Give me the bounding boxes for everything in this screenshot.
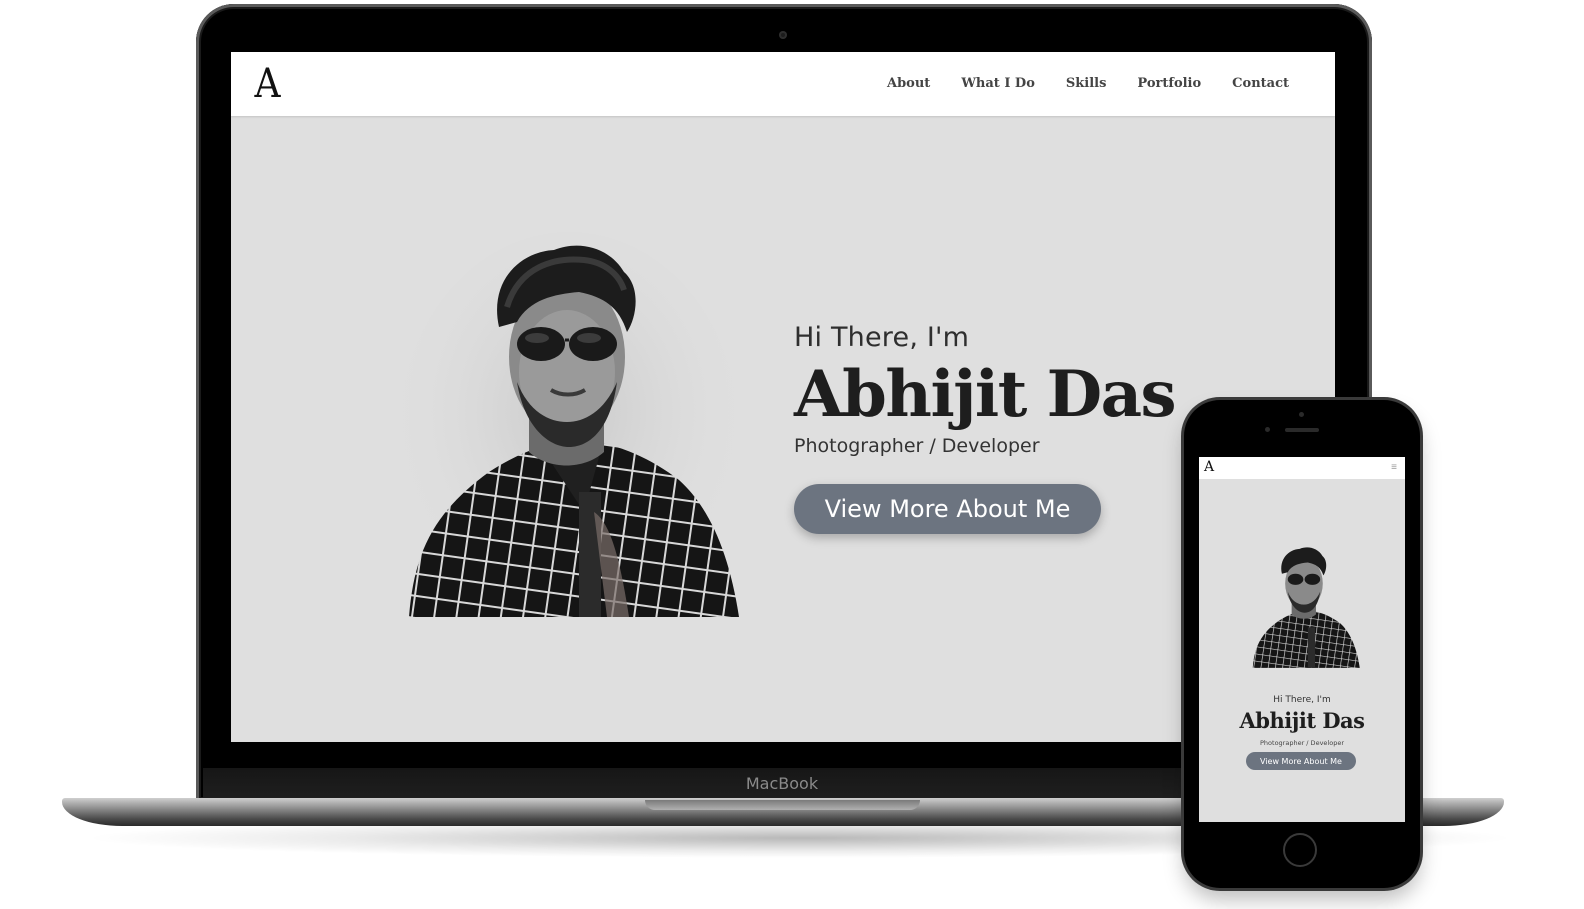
mobile-portrait-photo: [1252, 547, 1360, 668]
hero-name: Abhijit Das: [794, 357, 1177, 432]
view-more-button[interactable]: View More About Me: [794, 484, 1101, 534]
mobile-header: A ≡: [1199, 457, 1405, 479]
phone-sensor: [1299, 412, 1304, 417]
phone-home-button[interactable]: [1283, 833, 1317, 867]
portrait-photo: [399, 232, 739, 622]
nav-about[interactable]: About: [887, 76, 930, 91]
site-header: A About What I Do Skills Portfolio Conta…: [231, 52, 1335, 116]
hamburger-menu-icon[interactable]: ≡: [1391, 462, 1397, 473]
mobile-name: Abhijit Das: [1239, 708, 1365, 733]
mobile-greeting: Hi There, I'm: [1273, 695, 1331, 705]
laptop-screen: A About What I Do Skills Portfolio Conta…: [231, 52, 1335, 742]
mobile-logo[interactable]: A: [1204, 459, 1214, 475]
hero-role: Photographer / Developer: [794, 435, 1040, 457]
hero-text: Hi There, I'm Abhijit Das Photographer /…: [794, 322, 1177, 534]
site-logo[interactable]: A: [254, 61, 280, 107]
phone-screen: A ≡ Hi There, I'm Abhijit Das Photograph…: [1199, 457, 1405, 822]
laptop-camera: [779, 31, 787, 39]
nav-contact[interactable]: Contact: [1232, 76, 1289, 91]
laptop-brand-label: MacBook: [745, 774, 819, 793]
mobile-view-more-button[interactable]: View More About Me: [1246, 752, 1356, 770]
device-mockup-scene: A About What I Do Skills Portfolio Conta…: [0, 0, 1584, 909]
laptop-notch: [645, 800, 920, 810]
phone-speaker: [1285, 428, 1319, 432]
nav-skills[interactable]: Skills: [1066, 76, 1107, 91]
phone-camera: [1265, 427, 1270, 432]
hero-greeting: Hi There, I'm: [794, 322, 970, 353]
main-nav: About What I Do Skills Portfolio Contact: [887, 76, 1289, 91]
mobile-role: Photographer / Developer: [1260, 739, 1344, 747]
nav-what-i-do[interactable]: What I Do: [961, 76, 1035, 91]
nav-portfolio[interactable]: Portfolio: [1137, 76, 1201, 91]
